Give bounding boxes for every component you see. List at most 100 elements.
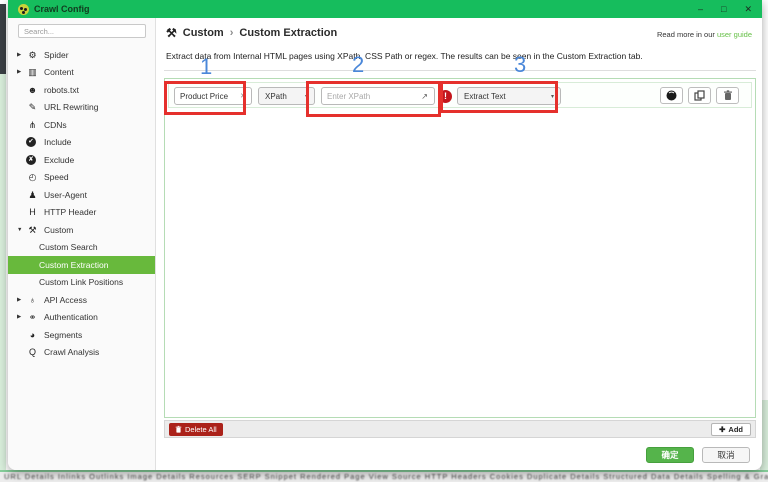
extractor-name-field[interactable]: ✕ — [174, 87, 252, 105]
sidebar-item-cdns[interactable]: ⋔ CDNs — [8, 116, 155, 134]
globe-icon: ♁ — [29, 294, 36, 305]
sidebar-item-http-header[interactable]: H HTTP Header — [8, 204, 155, 222]
chevron-right-icon[interactable]: ▶ — [17, 52, 26, 58]
close-button[interactable]: ✕ — [744, 0, 752, 18]
trash-icon — [723, 90, 732, 100]
plus-icon: ✚ — [719, 424, 726, 434]
delete-all-button[interactable]: Delete All — [169, 422, 223, 436]
app-logo-frog-icon — [18, 3, 29, 15]
breadcrumb: ⚒ Custom › Custom Extraction — [166, 26, 337, 40]
read-more-prefix: Read more in our — [656, 30, 717, 39]
background-window-green-strip — [0, 74, 6, 474]
browser-preview-button[interactable] — [660, 87, 683, 104]
background-window-edge — [0, 0, 8, 482]
check-circle-icon: ✔ — [26, 137, 36, 148]
sidebar-item-label: Authentication — [44, 312, 98, 323]
sidebar-item-crawl-analysis[interactable]: Q Crawl Analysis — [8, 344, 155, 362]
extractor-name-input[interactable] — [175, 91, 236, 101]
sidebar-item-url-rewriting[interactable]: ✎ URL Rewriting — [8, 99, 155, 117]
xpath-input-field[interactable]: ↗ — [321, 87, 435, 105]
background-tab-labels: URL Details Inlinks Outlinks Image Detai… — [4, 472, 768, 481]
sidebar-item-authentication[interactable]: ▶ ⚭ Authentication — [8, 309, 155, 327]
page-title: Custom Extraction — [239, 27, 338, 39]
sidebar-item-custom[interactable]: ▼ ⚒ Custom — [8, 221, 155, 239]
chevron-right-icon[interactable]: ▶ — [17, 297, 26, 303]
description-text: Extract data from Internal HTML pages us… — [166, 51, 643, 61]
title-bar[interactable]: Crawl Config – □ ✕ — [8, 0, 762, 18]
copy-icon — [694, 90, 705, 101]
xpath-input[interactable] — [322, 91, 416, 101]
sidebar-item-robots-txt[interactable]: ☻ robots.txt — [8, 81, 155, 99]
gauge-icon: ◴ — [28, 172, 37, 183]
extraction-rule-row: ✕ XPath ▾ ↗ ! Extract Text ▾ — [168, 82, 752, 108]
breadcrumb-parent: Custom — [182, 27, 224, 39]
sidebar-item-content[interactable]: ▶ ▥ Content — [8, 64, 155, 82]
user-guide-link[interactable]: user guide — [717, 30, 752, 39]
duplicate-rule-button[interactable] — [688, 87, 711, 104]
sidebar-item-label: HTTP Header — [44, 207, 97, 218]
read-more-text: Read more in our user guide — [657, 30, 752, 39]
globe-icon — [666, 90, 677, 101]
sidebar-item-label: robots.txt — [44, 84, 79, 95]
cancel-button[interactable]: 取消 — [702, 447, 750, 463]
method-selected-value: XPath — [265, 91, 287, 101]
chevron-right-icon[interactable]: ▶ — [17, 69, 26, 75]
magnifier-icon: Q — [28, 347, 36, 358]
sidebar-item-label: CDNs — [44, 119, 67, 130]
sidebar-item-segments[interactable]: ◕ Segments — [8, 326, 155, 344]
sidebar-item-label: Custom Extraction — [39, 259, 109, 270]
sidebar-item-label: Custom Link Positions — [39, 277, 124, 288]
extract-type-dropdown[interactable]: Extract Text ▾ — [457, 87, 561, 105]
search-input[interactable] — [18, 24, 146, 38]
sidebar-item-label: API Access — [44, 294, 87, 305]
chevron-down-icon: ▾ — [304, 93, 308, 100]
maximize-button[interactable]: □ — [721, 0, 726, 18]
chevron-down-icon: ▾ — [550, 93, 554, 100]
sidebar-item-exclude[interactable]: ✘ Exclude — [8, 151, 155, 169]
crawl-config-dialog: Crawl Config – □ ✕ ▶⚙Spider▶▥Content☻rob… — [8, 0, 762, 470]
sidebar-item-api-access[interactable]: ▶ ♁ API Access — [8, 291, 155, 309]
delete-all-label: Delete All — [185, 424, 217, 434]
sidebar-item-label: URL Rewriting — [44, 102, 99, 113]
edit-icon: ✎ — [28, 102, 37, 113]
chevron-right-icon[interactable]: ▶ — [17, 314, 26, 320]
sidebar-item-include[interactable]: ✔ Include — [8, 134, 155, 152]
delete-rule-button[interactable] — [716, 87, 739, 104]
window-title: Crawl Config — [34, 4, 90, 14]
chevron-down-icon[interactable]: ▼ — [17, 227, 26, 233]
expand-editor-icon[interactable]: ↗ — [415, 92, 434, 101]
minimize-button[interactable]: – — [698, 0, 703, 18]
custom-extraction-panel: ⚒ Custom › Custom Extraction Read more i… — [156, 18, 762, 470]
user-lock-icon: ♟ — [28, 189, 37, 200]
columns-icon: ▥ — [28, 67, 37, 78]
gear-icon: ⚙ — [28, 49, 37, 60]
sidebar-item-label: Crawl Analysis — [44, 347, 100, 358]
sidebar-item-spider[interactable]: ▶ ⚙ Spider — [8, 46, 155, 64]
sidebar-item-label: Custom — [44, 224, 74, 235]
background-tab-bar: URL Details Inlinks Outlinks Image Detai… — [0, 470, 768, 482]
sidebar-item-label: Include — [44, 137, 72, 148]
add-button[interactable]: ✚ Add — [711, 422, 751, 436]
sidebar-item-custom-link-positions[interactable]: Custom Link Positions — [8, 274, 155, 292]
sidebar-item-label: Content — [44, 67, 74, 78]
sidebar-item-label: Exclude — [44, 154, 75, 165]
breadcrumb-separator: › — [229, 27, 234, 39]
sidebar-item-custom-search[interactable]: Custom Search — [8, 239, 155, 257]
ok-button[interactable]: 确定 — [646, 447, 694, 463]
robot-icon: ☻ — [27, 84, 38, 95]
header-divider — [164, 70, 756, 71]
method-dropdown[interactable]: XPath ▾ — [258, 87, 315, 105]
sidebar-nav: ▶ ⚙ Spider ▶ ▥ Content ☻ robots.txt ✎ URL Rewriti… — [8, 46, 155, 361]
cross-circle-icon: ✘ — [26, 154, 36, 165]
tools-icon: ⚒ — [28, 224, 37, 235]
sidebar-item-custom-extraction[interactable]: Custom Extraction — [8, 256, 155, 274]
sidebar-item-speed[interactable]: ◴ Speed — [8, 169, 155, 187]
sidebar-item-user-agent[interactable]: ♟ User-Agent — [8, 186, 155, 204]
trash-icon — [175, 425, 182, 433]
sidebar-item-label: Spider — [44, 49, 69, 60]
sidebar-item-label: Speed — [44, 172, 69, 183]
row-action-buttons — [660, 87, 739, 104]
list-footer-bar: Delete All ✚ Add — [164, 420, 756, 438]
config-sidebar: ▶⚙Spider▶▥Content☻robots.txt✎URL Rewriti… — [8, 18, 156, 470]
clear-icon[interactable]: ✕ — [235, 92, 251, 100]
